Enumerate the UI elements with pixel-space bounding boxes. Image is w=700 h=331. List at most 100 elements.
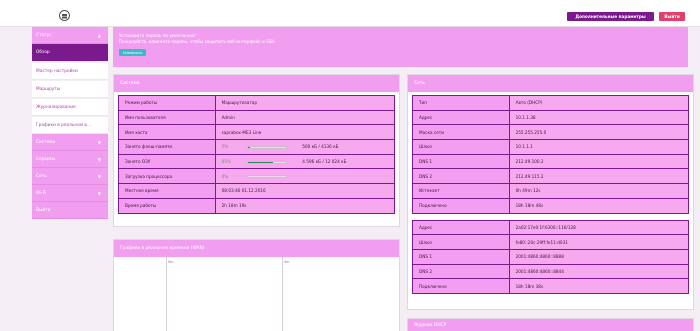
table-row: Время работы 2h 18m 19s [118, 197, 396, 214]
chart-panel-title: Графики в реальном времени (WAN) [114, 240, 399, 257]
router-logo-icon[interactable] [59, 10, 70, 21]
table-row: Занято ОЗУ 65% 4 596 кБ / 12 024 кБ [118, 153, 396, 170]
row-value: 2h 18m 19s [214, 197, 396, 214]
ram-usage-percent: 65% [221, 159, 231, 165]
table-row: DNS 1 212.49.100.2 [412, 153, 690, 170]
row-key: Имя пользователя [118, 109, 216, 126]
flash-usage-percent: 5% [221, 144, 229, 150]
top-bar: Дополнительные параметры Выйти [0, 0, 700, 27]
dhcp-panel-title: Журнал DHCP [408, 319, 693, 331]
sidebar-item-label: Журналирование [36, 105, 76, 110]
row-value: 212.49.115.2 [508, 168, 690, 185]
table-row: DNS 2 212.49.115.2 [412, 168, 690, 185]
table-row: Имя пользователя Admin [118, 109, 396, 126]
row-value: 5% 560 кБ / 4136 кБ [214, 139, 396, 155]
sidebar: Статус ▲ Обзор Мастер настройки Маршруты… [32, 27, 108, 331]
chevron-up-icon: ▲ [97, 33, 101, 38]
row-key: Режим работы [118, 95, 216, 111]
sidebar-item-realtime-graphs[interactable]: Графики в реальном в... [32, 117, 108, 134]
sidebar-group-services[interactable]: Сервисы ▼ [32, 151, 108, 168]
chevron-down-icon: ▼ [97, 191, 101, 196]
table-row: Шлюз 10.1.1.1 [412, 139, 690, 155]
row-key: Адрес [412, 109, 510, 126]
row-value: 212.49.100.2 [508, 153, 690, 170]
row-key: Подключено [412, 278, 510, 294]
row-value: 2a02:17e0:1f:6300::116/128 [508, 219, 690, 236]
row-key: DNS 2 [412, 168, 510, 185]
flash-usage-bar [246, 145, 287, 149]
chart-gridline [282, 257, 283, 331]
network-ipv4-table: Тип Авто (DHCP) Адрес 10.1.1.38 Маска сети… [412, 95, 690, 214]
row-key: Маска сети [412, 124, 510, 141]
chevron-down-icon: ▼ [97, 174, 101, 179]
sidebar-item-logging[interactable]: Журналирование [32, 99, 108, 116]
sidebar-item-logout[interactable]: Выйти [32, 202, 108, 219]
advanced-settings-button[interactable]: Дополнительные параметры [567, 12, 654, 21]
table-row: Режим работы Маршрутизатор [118, 95, 396, 111]
sidebar-group-network[interactable]: Сеть ▼ [32, 168, 108, 185]
row-key: DNS 1 [412, 248, 510, 265]
realtime-chart: 5m 5m [114, 257, 399, 331]
row-value: fe80::20c:29ff:fe11:d031 [508, 234, 690, 250]
table-row: Истекает 0h 49m 12s [412, 183, 690, 199]
cpu-load-percent: 0% [221, 173, 229, 179]
row-value: 0% [214, 168, 396, 185]
sidebar-item-label: Графики в реальном в... [36, 123, 92, 128]
row-key: Тип [412, 95, 510, 111]
row-key: Шлюз [412, 139, 510, 155]
sidebar-item-label: Мастер настройки [36, 69, 78, 74]
row-value: Авто (DHCP) [508, 95, 690, 111]
table-row: Местное время 08:03:46 01.12.2016 [118, 183, 396, 199]
sidebar-item-routes[interactable]: Маршруты [32, 81, 108, 98]
table-row: DNS 2 2001:4860:4860::8844 [412, 263, 690, 280]
row-value: 10.1.1.1 [508, 139, 690, 155]
row-value: 2001:4860:4860::8844 [508, 263, 690, 280]
row-key: DNS 1 [412, 153, 510, 170]
network-ipv6-table: Адрес 2a02:17e0:1f:6300::116/128 Шлюз fe80… [412, 219, 690, 294]
row-key: Загрузка процессора [118, 168, 216, 185]
dhcp-panel: Журнал DHCP [407, 318, 694, 331]
sidebar-group-system[interactable]: Система ▼ [32, 134, 108, 151]
row-key: Занято флеш-памяти [118, 139, 216, 155]
row-key: Время работы [118, 197, 216, 214]
chart-time-label: 5m [168, 260, 174, 264]
network-panel-title: Сеть [408, 75, 693, 92]
sidebar-group-status[interactable]: Статус ▲ [32, 27, 108, 44]
row-key: Истекает [412, 183, 510, 199]
network-panel: Сеть Тип Авто (DHCP) Адрес 10.1.1.38 Маска… [407, 74, 694, 310]
chevron-down-icon: ▼ [97, 140, 101, 145]
system-panel-title: Система [114, 75, 399, 92]
row-value: 65% 4 596 кБ / 12 024 кБ [214, 153, 396, 170]
row-value: 255.255.255.0 [508, 124, 690, 141]
sidebar-item-label: Сервисы [36, 157, 56, 162]
system-panel: Система Режим работы Маршрутизатор Имя п… [113, 74, 400, 227]
row-key: Подключено [412, 197, 510, 214]
row-value: Admin [214, 109, 396, 126]
sidebar-item-overview[interactable]: Обзор [32, 44, 108, 61]
logout-button[interactable]: Выйти [659, 12, 685, 21]
table-row: Маска сети 255.255.255.0 [412, 124, 690, 141]
ram-usage-bar [246, 160, 287, 164]
row-key: Адрес [412, 219, 510, 236]
sidebar-item-label: Обзор [36, 50, 50, 55]
change-password-button[interactable]: Изменить [119, 49, 147, 56]
system-info-table: Режим работы Маршрутизатор Имя пользоват… [118, 95, 396, 214]
sidebar-item-label: Выйти [36, 208, 51, 213]
cpu-load-bar [246, 175, 287, 179]
sidebar-group-wifi[interactable]: Wi-Fi ▼ [32, 185, 108, 202]
row-key: Занято ОЗУ [118, 153, 216, 170]
table-row: Подключено 18h 18m 38s [412, 278, 690, 294]
chevron-down-icon: ▼ [97, 157, 101, 162]
sidebar-item-label: Система [36, 140, 56, 145]
table-row: Адрес 2a02:17e0:1f:6300::116/128 [412, 219, 690, 236]
table-row: DNS 1 2001:4860:4860::8888 [412, 248, 690, 265]
chart-gridline [166, 257, 167, 331]
row-value: 18h 18m 48s [508, 197, 690, 214]
row-value: Маршрутизатор [214, 95, 396, 111]
flash-usage-detail: 560 кБ / 4136 кБ [302, 144, 339, 150]
password-warning-alert: Установите пароль по умолчанию! Пожалуйс… [113, 27, 688, 67]
sidebar-item-wizard[interactable]: Мастер настройки [32, 63, 108, 80]
table-row: Шлюз fe80::20c:29ff:fe11:d031 [412, 234, 690, 250]
alert-text: Пожалуйста, измените пароль, чтобы защит… [119, 39, 276, 44]
table-row: Подключено 18h 18m 48s [412, 197, 690, 214]
